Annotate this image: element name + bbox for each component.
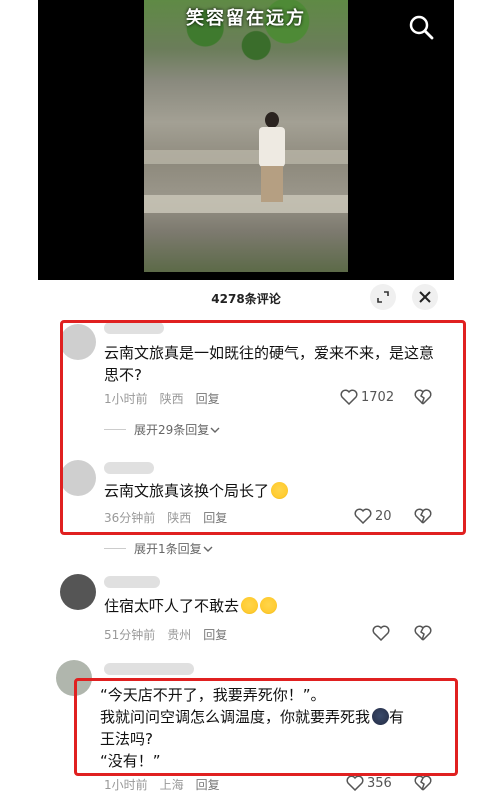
video-player[interactable]: 笑容留在远方 — [38, 0, 454, 280]
comment-line: “没有！” — [100, 752, 161, 770]
comment-text-content: 云南文旅真该换个局长了 — [104, 482, 270, 500]
close-icon — [419, 291, 431, 303]
comment-line: 我就问问空调怎么调温度，你就要弄死我有 — [100, 706, 450, 728]
comment-time: 36分钟前 — [104, 511, 156, 525]
reply-button[interactable]: 回复 — [203, 509, 227, 526]
comment-line: 王法吗? — [100, 730, 153, 748]
avatar[interactable] — [60, 324, 96, 360]
close-button[interactable] — [412, 284, 438, 310]
expand-replies-label: 展开29条回复 — [134, 423, 210, 437]
expand-replies-button[interactable]: 展开29条回复 — [104, 421, 221, 438]
comment-meta: 1小时前 陕西 回复 — [104, 390, 232, 407]
search-icon — [409, 15, 434, 40]
heart-icon — [372, 625, 390, 641]
rock-ledge — [144, 195, 348, 213]
username-blurred[interactable] — [104, 576, 160, 588]
rock-ledge — [144, 150, 348, 164]
dislike-button[interactable] — [414, 508, 432, 528]
broken-heart-icon — [414, 508, 432, 524]
like-count: 356 — [367, 775, 392, 791]
thinking-emoji-icon — [260, 597, 278, 614]
comment-location: 贵州 — [167, 628, 192, 642]
dislike-button[interactable] — [414, 775, 432, 795]
laughing-emoji-icon — [271, 482, 289, 499]
like-count: 1702 — [361, 389, 395, 405]
comment-location: 陕西 — [167, 511, 192, 525]
comment-line-text: 我就问问空调怎么调温度，你就要弄死我 — [100, 708, 371, 726]
person-figure — [254, 112, 290, 204]
chevron-down-icon — [203, 546, 213, 552]
comment-time: 1小时前 — [104, 778, 148, 792]
comment-meta: 1小时前 上海 回复 — [104, 776, 232, 793]
heart-icon — [346, 775, 364, 791]
comment-time: 1小时前 — [104, 392, 148, 406]
video-frame — [144, 0, 348, 272]
like-button[interactable] — [372, 625, 393, 641]
expand-replies-label: 展开1条回复 — [134, 542, 202, 556]
username-blurred[interactable] — [104, 462, 154, 474]
chevron-down-icon — [210, 427, 220, 433]
comment-text: 云南文旅真该换个局长了 — [104, 480, 424, 502]
comment-location: 上海 — [159, 778, 184, 792]
broken-heart-icon — [414, 625, 432, 641]
comment-text: “今天店不开了，我要弄死你！”。 我就问问空调怎么调温度，你就要弄死我有 王法吗… — [100, 684, 450, 772]
comment-line: “今天店不开了，我要弄死你！”。 — [100, 686, 326, 704]
broken-heart-icon — [414, 775, 432, 791]
comment-text-content: 住宿太吓人了不敢去 — [104, 597, 240, 615]
reply-button[interactable]: 回复 — [196, 776, 220, 793]
dislike-button[interactable] — [414, 389, 432, 409]
comment-text: 住宿太吓人了不敢去 — [104, 595, 424, 617]
comment-meta: 51分钟前 贵州 回复 — [104, 626, 239, 643]
broken-heart-icon — [414, 389, 432, 405]
expand-replies-button[interactable]: 展开1条回复 — [104, 540, 214, 557]
avatar[interactable] — [60, 574, 96, 610]
avatar[interactable] — [56, 660, 92, 696]
avatar[interactable] — [60, 460, 96, 496]
comment-location: 陕西 — [159, 392, 184, 406]
expand-icon — [377, 291, 389, 303]
like-button[interactable]: 356 — [346, 775, 392, 791]
search-button[interactable] — [406, 12, 436, 42]
reply-button[interactable]: 回复 — [196, 390, 220, 407]
comment-time: 51分钟前 — [104, 628, 156, 642]
scared-emoji-icon — [372, 708, 390, 725]
dislike-button[interactable] — [414, 625, 432, 645]
expand-button[interactable] — [370, 284, 396, 310]
comment-meta: 36分钟前 陕西 回复 — [104, 509, 239, 526]
thinking-emoji-icon — [241, 597, 259, 614]
username-blurred[interactable] — [104, 322, 164, 334]
comment-text: 云南文旅真是一如既往的硬气，爱来不来，是这意思不? — [104, 344, 435, 384]
like-button[interactable]: 1702 — [340, 389, 394, 405]
comment-line-tail: 有 — [389, 708, 405, 726]
like-button[interactable]: 20 — [354, 508, 392, 524]
reply-button[interactable]: 回复 — [203, 626, 227, 643]
username-blurred[interactable] — [104, 663, 194, 675]
like-count: 20 — [375, 508, 392, 524]
heart-icon — [354, 508, 372, 524]
heart-icon — [340, 389, 358, 405]
video-title: 笑容留在远方 — [186, 8, 306, 29]
